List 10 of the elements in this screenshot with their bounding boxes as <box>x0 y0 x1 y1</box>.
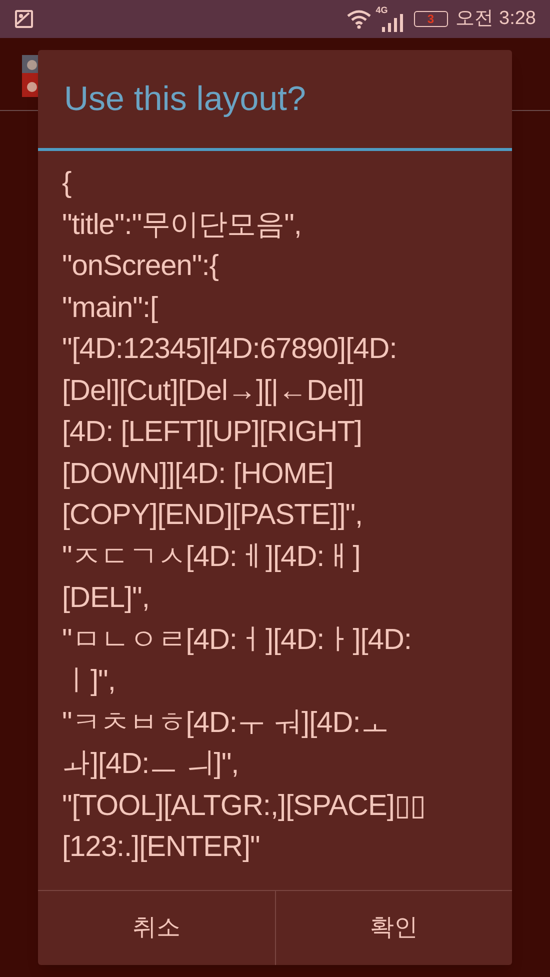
clock-time: 오전 3:28 <box>456 6 536 31</box>
confirm-button[interactable]: 확인 <box>274 891 512 965</box>
wifi-icon <box>346 9 372 29</box>
battery-level: 3 <box>427 13 434 25</box>
dialog-title: Use this layout? <box>63 78 307 120</box>
layout-json-text: { "title":"무이단모음", "onScreen":{ "main":[ "[4D:12345][4D:67890][4D: [Del][Cut][Del→][|←Del]] [4D: [LEFT][UP][RIGHT] [DOWN]][4D: [HOME] [COPY][END][PASTE]]", "ㅈㄷㄱㅅ[4D:ㅔ][4D:ㅐ] [DEL]", "ㅁㄴㅇㄹ[4D:ㅓ][4D:ㅏ][4D: ㅣ]", "ㅋㅊㅂㅎ[4D:ㅜ ㅝ][4D:ㅗ ㅘ][4D:ㅡ ㅢ]", "[TOOL][ALTGR:,][SPACE]▯▯ [123:.][ENTER]" <box>62 166 426 865</box>
cancel-button[interactable]: 취소 <box>38 891 274 965</box>
signal-icon <box>382 14 404 32</box>
picture-icon <box>14 9 34 29</box>
network-label: 4G <box>376 6 388 15</box>
